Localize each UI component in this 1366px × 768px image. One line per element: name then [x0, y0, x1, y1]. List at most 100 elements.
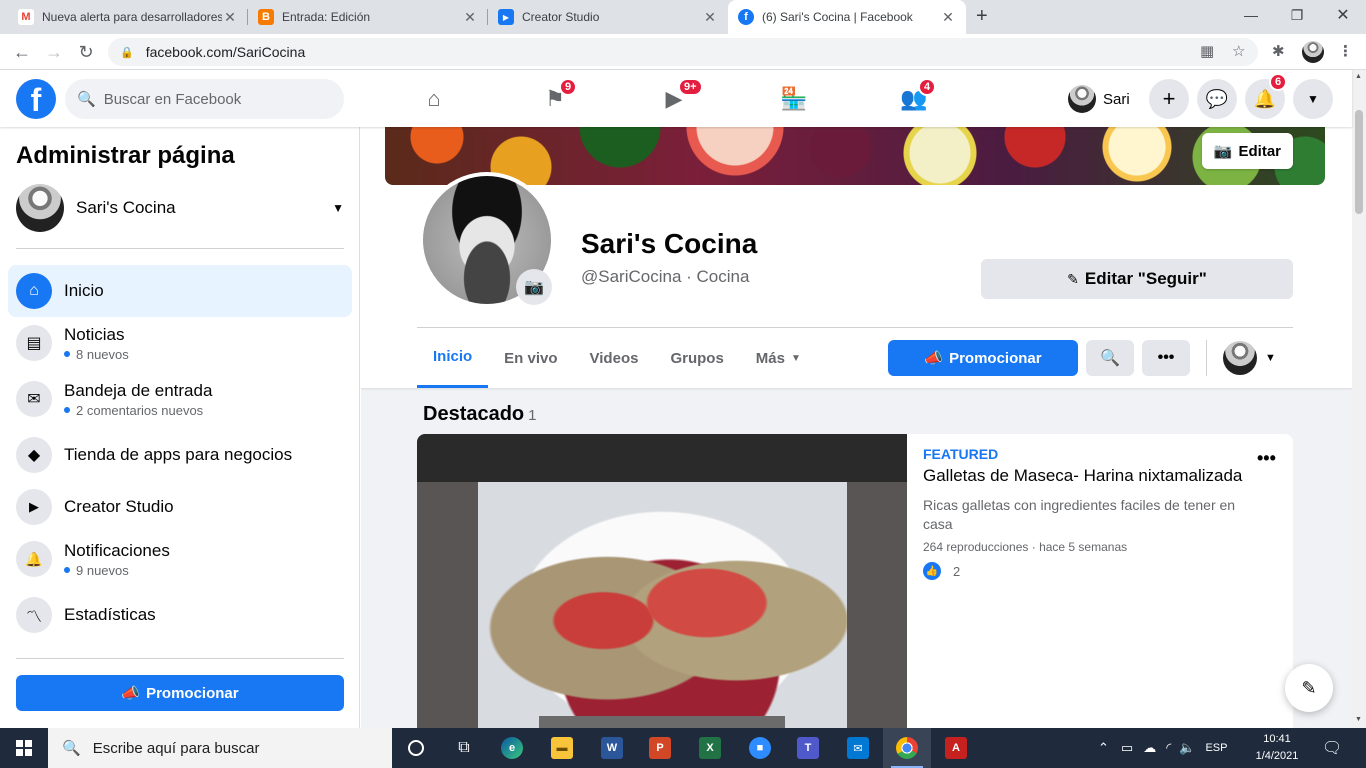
browser-tab-facebook[interactable]: f (6) Sari's Cocina | Facebook ✕: [728, 0, 966, 34]
excel-app[interactable]: X: [686, 728, 734, 768]
close-tab-icon[interactable]: ✕: [222, 9, 238, 26]
search-page-button[interactable]: 🔍: [1086, 340, 1134, 376]
mail-app[interactable]: ✉: [834, 728, 882, 768]
messenger-button[interactable]: 💬: [1197, 79, 1237, 119]
qr-code-icon[interactable]: ▦: [1200, 42, 1214, 60]
edit-cover-button[interactable]: 📷 Editar: [1201, 133, 1293, 169]
sidebar-item-tienda-apps[interactable]: ◆ Tienda de apps para negocios: [8, 429, 352, 481]
bookmark-star-icon[interactable]: ☆: [1232, 42, 1245, 60]
browser-tab-creator-studio[interactable]: ▶ Creator Studio ✕: [488, 0, 728, 34]
search-input[interactable]: 🔍 Buscar en Facebook: [65, 79, 344, 119]
close-tab-icon[interactable]: ✕: [702, 9, 718, 26]
back-button[interactable]: ←: [10, 40, 34, 64]
taskbar-clock[interactable]: 10:41 1/4/2021: [1246, 731, 1308, 765]
close-tab-icon[interactable]: ✕: [940, 9, 956, 26]
chevron-up-icon[interactable]: ⌃: [1098, 740, 1109, 756]
featured-section-title: Destacado 1: [423, 403, 537, 426]
teams-icon: T: [797, 737, 819, 759]
wifi-icon[interactable]: ◜: [1166, 740, 1171, 756]
tab-inicio[interactable]: Inicio: [417, 328, 489, 388]
promote-button[interactable]: 📣 Promocionar: [16, 675, 344, 711]
scroll-down-icon[interactable]: ▼: [1355, 716, 1362, 723]
zoom-app[interactable]: ■: [736, 728, 784, 768]
browser-tab-blogger[interactable]: B Entrada: Edición ✕: [248, 0, 488, 34]
close-tab-icon[interactable]: ✕: [462, 9, 478, 26]
new-message-button[interactable]: ✎: [1285, 664, 1333, 712]
sidebar-item-creator-studio[interactable]: ▶ Creator Studio: [8, 481, 352, 533]
tab-en-vivo[interactable]: En vivo: [488, 328, 573, 388]
lock-icon[interactable]: 🔒: [120, 46, 134, 59]
task-view-icon: ⧉: [458, 739, 470, 756]
video-thumbnail[interactable]: [417, 434, 907, 728]
news-feed-icon: ▤: [16, 325, 52, 361]
task-view-button[interactable]: ⧉: [440, 728, 488, 768]
url-field[interactable]: 🔒 facebook.com/SariCocina: [108, 38, 1258, 66]
taskbar-search-input[interactable]: 🔍 Escribe aquí para buscar: [48, 728, 392, 768]
scrollbar-thumb[interactable]: [1355, 110, 1363, 214]
cloud-icon[interactable]: ☁: [1143, 740, 1156, 756]
video-likes[interactable]: 👍 2: [923, 562, 1263, 580]
nav-home[interactable]: ⌂: [414, 82, 454, 116]
extensions-icon[interactable]: ✱: [1272, 42, 1285, 60]
acrobat-app[interactable]: A: [932, 728, 980, 768]
cover-photo[interactable]: 📷 Editar: [385, 127, 1325, 185]
tab-grupos[interactable]: Grupos: [654, 328, 739, 388]
close-window-button[interactable]: ✕: [1320, 0, 1366, 30]
sidebar-item-estadisticas[interactable]: 〽 Estadísticas: [8, 589, 352, 641]
browser-tab-gmail[interactable]: M Nueva alerta para desarrolladores ✕: [8, 0, 248, 34]
sidebar-item-noticias[interactable]: ▤ Noticias 8 nuevos: [8, 317, 352, 369]
promote-label: Promocionar: [949, 349, 1042, 367]
cortana-button[interactable]: [392, 728, 440, 768]
video-more-options-button[interactable]: •••: [1257, 448, 1276, 469]
volume-icon[interactable]: 🔈: [1179, 740, 1195, 756]
notifications-button[interactable]: 🔔 6: [1245, 73, 1288, 119]
sidebar-item-bandeja[interactable]: ✉ Bandeja de entrada 2 comentarios nuevo…: [8, 373, 352, 425]
page-scrollbar[interactable]: ▲ ▼: [1352, 70, 1366, 728]
teams-app[interactable]: T: [784, 728, 832, 768]
sidebar-item-inicio[interactable]: ⌂ Inicio: [8, 265, 352, 317]
facebook-logo[interactable]: f: [16, 79, 56, 119]
menu-dots-icon[interactable]: ⋮: [1338, 42, 1353, 60]
nav-marketplace[interactable]: 🏪: [774, 82, 814, 116]
nav-groups[interactable]: 👥 4: [894, 78, 937, 116]
notification-center-icon[interactable]: 🗨: [1322, 728, 1342, 768]
promote-button[interactable]: 📣 Promocionar: [888, 340, 1078, 376]
sidebar-item-sub: 9 nuevos: [76, 562, 129, 578]
file-explorer-app[interactable]: ▬: [538, 728, 586, 768]
battery-icon[interactable]: ▭: [1121, 740, 1133, 756]
create-button[interactable]: +: [1149, 79, 1189, 119]
word-app[interactable]: W: [588, 728, 636, 768]
start-button[interactable]: [0, 728, 48, 768]
profile-avatar[interactable]: [1302, 41, 1324, 63]
chrome-app[interactable]: [883, 728, 931, 768]
new-tab-button[interactable]: +: [976, 5, 988, 28]
tab-label: Videos: [589, 349, 639, 367]
caret-down-icon: ▼: [1265, 352, 1276, 364]
avatar: [1068, 85, 1096, 113]
minimize-button[interactable]: —: [1228, 0, 1274, 30]
update-profile-picture-button[interactable]: 📷: [516, 269, 552, 305]
scroll-up-icon[interactable]: ▲: [1355, 73, 1362, 80]
account-menu-button[interactable]: ▼: [1293, 79, 1333, 119]
tab-videos[interactable]: Videos: [574, 328, 655, 388]
tab-mas[interactable]: Más ▼: [740, 328, 817, 388]
reload-button[interactable]: ↻: [74, 40, 98, 64]
sidebar-item-notificaciones[interactable]: 🔔 Notificaciones 9 nuevos: [8, 533, 352, 585]
voice-selector[interactable]: ▼: [1223, 340, 1276, 376]
caret-down-icon: ▼: [1307, 92, 1319, 106]
maximize-button[interactable]: ❐: [1274, 0, 1320, 30]
nav-watch[interactable]: ▶ 9+: [654, 78, 703, 116]
featured-tag: FEATURED: [923, 446, 999, 462]
user-profile-chip[interactable]: Sari: [1068, 83, 1130, 115]
forward-button[interactable]: →: [42, 40, 66, 64]
page-selector[interactable]: Sari's Cocina ▼: [16, 183, 344, 233]
search-placeholder: Buscar en Facebook: [103, 90, 242, 108]
language-indicator[interactable]: ESP: [1205, 742, 1227, 754]
video-title[interactable]: Galletas de Maseca- Harina nixtamalizada: [923, 466, 1263, 486]
powerpoint-app[interactable]: P: [636, 728, 684, 768]
edge-app[interactable]: e: [488, 728, 536, 768]
nav-pages[interactable]: ⚑ 9: [535, 78, 578, 116]
edit-follow-button[interactable]: ✎ Editar "Seguir": [981, 259, 1293, 299]
home-icon: ⌂: [427, 86, 441, 111]
more-options-button[interactable]: •••: [1142, 340, 1190, 376]
